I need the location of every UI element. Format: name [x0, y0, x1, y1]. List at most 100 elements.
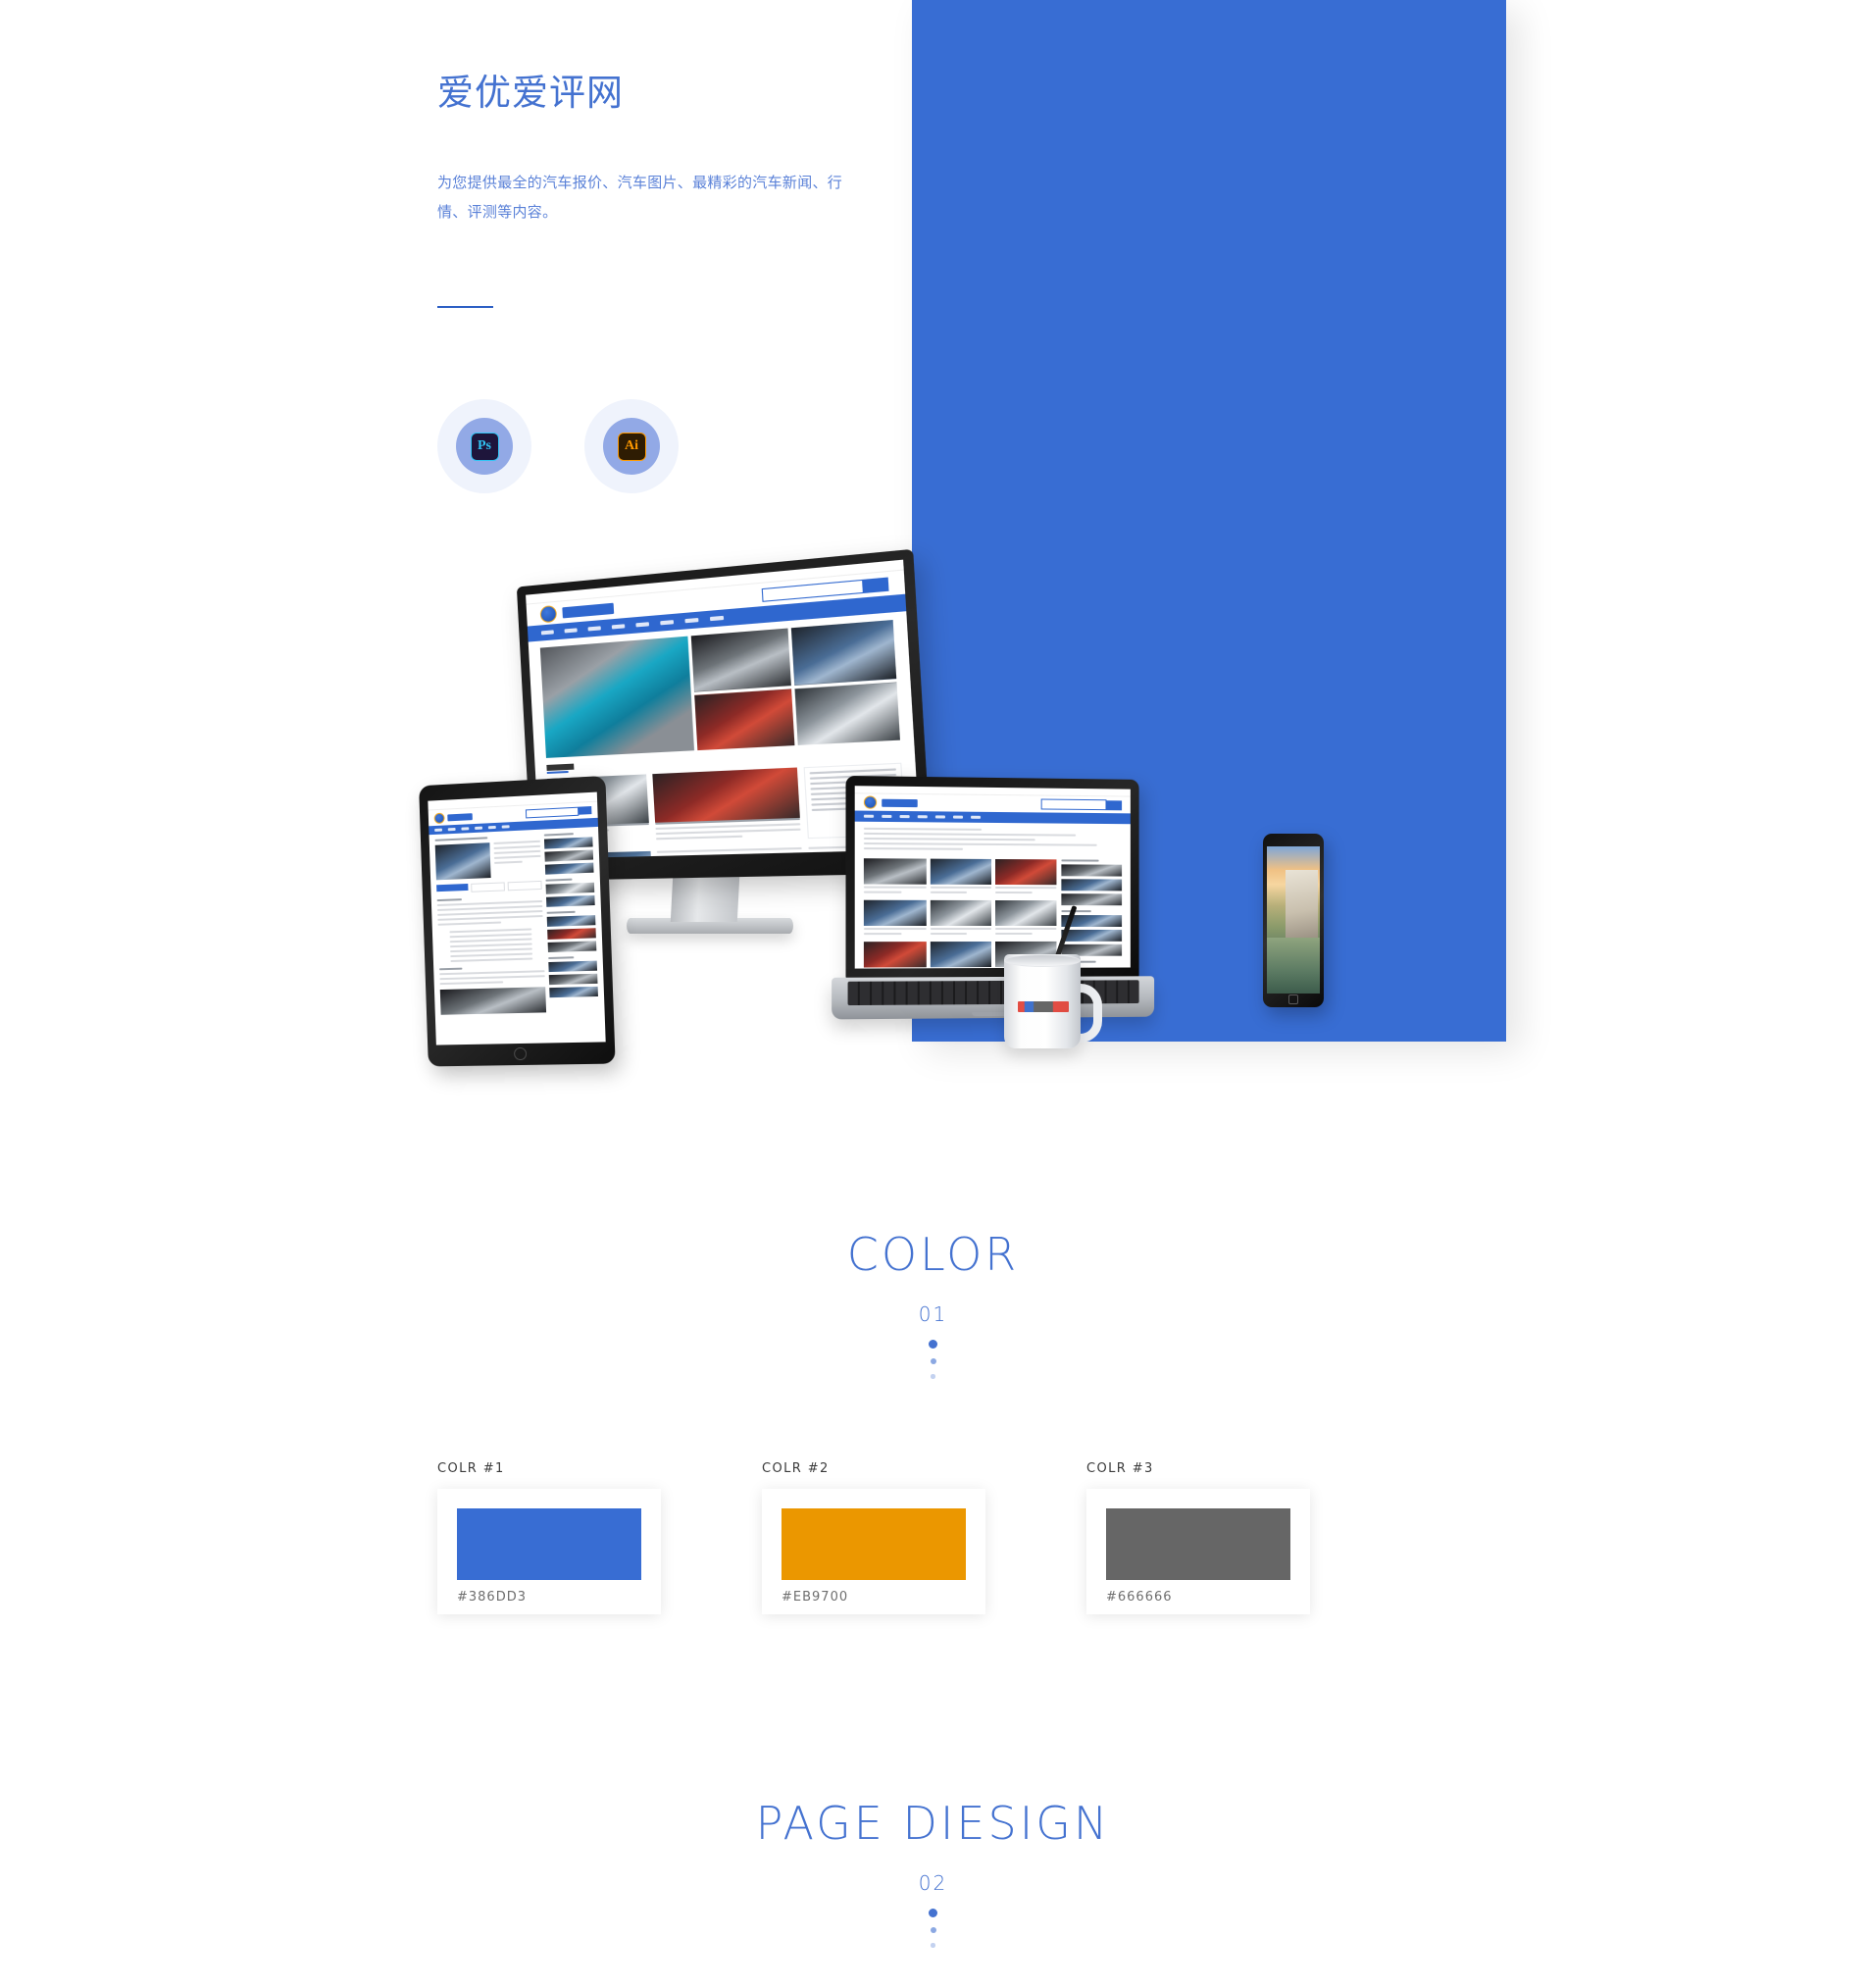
gallery-item[interactable]	[930, 858, 992, 896]
gallery-item[interactable]	[995, 858, 1057, 896]
secondary-button[interactable]	[471, 882, 506, 892]
gallery-item[interactable]	[863, 899, 927, 938]
spec-line	[493, 840, 541, 844]
filter-row[interactable]	[863, 837, 1035, 841]
gallery-item[interactable]	[995, 899, 1057, 938]
website-gallery-screen	[854, 786, 1131, 969]
table-row	[449, 933, 532, 939]
nav-item[interactable]	[917, 815, 928, 819]
filter-row[interactable]	[863, 827, 982, 831]
nav-item[interactable]	[660, 620, 675, 626]
filter-row[interactable]	[863, 847, 964, 850]
nav-item[interactable]	[475, 826, 483, 830]
sidebar-thumb[interactable]	[547, 928, 596, 940]
sidebar-thumb[interactable]	[544, 849, 594, 862]
site-logo-wordmark	[882, 798, 918, 807]
search-input[interactable]	[525, 806, 580, 818]
news-item[interactable]	[657, 846, 805, 859]
secondary-button[interactable]	[507, 880, 543, 892]
gallery-item[interactable]	[863, 858, 927, 896]
dot-large	[929, 1909, 937, 1917]
filter-row[interactable]	[863, 842, 1097, 846]
nav-item[interactable]	[611, 624, 626, 630]
nav-item[interactable]	[461, 827, 470, 831]
car-photo[interactable]	[439, 987, 547, 1015]
news-thumb[interactable]	[652, 767, 801, 823]
sidebar-thumb[interactable]	[1061, 893, 1123, 906]
sidebar-thumb[interactable]	[1061, 864, 1123, 877]
nav-item[interactable]	[899, 815, 910, 819]
sidebar-thumb[interactable]	[549, 973, 598, 986]
nav-item[interactable]	[564, 628, 578, 634]
branded-mug	[1004, 905, 1102, 1052]
car-photo[interactable]	[434, 842, 491, 881]
search-button[interactable]	[1106, 799, 1123, 810]
section-dots	[0, 1340, 1866, 1379]
nav-item[interactable]	[434, 828, 442, 832]
nav-item[interactable]	[882, 814, 892, 818]
illustrator-badge[interactable]: Ai	[584, 399, 679, 493]
swatch-card[interactable]: #666666	[1086, 1489, 1310, 1614]
nav-item[interactable]	[587, 626, 601, 632]
car-thumb[interactable]	[790, 620, 897, 686]
primary-button[interactable]	[436, 883, 469, 892]
ipad-frame	[419, 775, 616, 1067]
sidebar-thumb[interactable]	[549, 986, 598, 998]
swatch-card[interactable]: #386DD3	[437, 1489, 661, 1614]
hero-text-block: 爱优爱评网 为您提供最全的汽车报价、汽车图片、最精彩的汽车新闻、行情、评测等内容…	[437, 69, 859, 228]
detail-heading	[434, 837, 488, 841]
nav-item[interactable]	[540, 630, 554, 636]
nav-item[interactable]	[709, 615, 725, 622]
detail-button-row[interactable]	[436, 880, 543, 893]
sidebar-thumb[interactable]	[547, 915, 596, 927]
featured-car-image[interactable]	[539, 636, 694, 758]
site-search-group[interactable]	[525, 805, 592, 818]
car-thumb[interactable]	[690, 628, 791, 692]
site-search-group[interactable]	[1040, 798, 1123, 811]
ipad-mockup	[419, 775, 616, 1067]
nav-item[interactable]	[952, 815, 964, 819]
sidebar-thumb[interactable]	[548, 941, 597, 952]
gallery-item[interactable]	[863, 942, 927, 968]
gallery-item[interactable]	[930, 942, 992, 968]
sidebar-thumb[interactable]	[1061, 929, 1123, 942]
ipad-viewport	[428, 791, 606, 1045]
color-swatch-3: COLR #3 #666666	[1086, 1461, 1310, 1614]
dot-medium	[930, 1927, 936, 1933]
nav-item[interactable]	[863, 814, 875, 818]
website-detail-screen	[428, 791, 606, 1045]
detail-text-line	[439, 981, 503, 986]
dot-medium	[930, 1358, 936, 1364]
car-thumb[interactable]	[693, 688, 795, 751]
nav-item[interactable]	[635, 622, 650, 628]
sidebar-thumb[interactable]	[545, 862, 594, 875]
swatch-card[interactable]: #EB9700	[762, 1489, 985, 1614]
search-button[interactable]	[579, 806, 592, 815]
sidebar-thumb[interactable]	[544, 837, 593, 849]
illustrator-icon: Ai	[617, 432, 646, 461]
sidebar-heading-line	[548, 956, 574, 960]
search-input[interactable]	[1040, 798, 1107, 811]
news-item[interactable]	[652, 767, 802, 842]
photoshop-badge[interactable]: Ps	[437, 399, 531, 493]
nav-item[interactable]	[684, 617, 699, 624]
search-button[interactable]	[863, 576, 889, 593]
car-thumb[interactable]	[794, 681, 900, 745]
badge-inner-ring: Ai	[603, 418, 660, 475]
sidebar-thumb[interactable]	[1061, 879, 1123, 892]
filter-row[interactable]	[863, 832, 1077, 837]
gallery-item[interactable]	[930, 899, 992, 938]
nav-item[interactable]	[447, 828, 456, 832]
nav-item[interactable]	[487, 826, 496, 830]
nav-item[interactable]	[934, 815, 945, 819]
site-logo-icon	[539, 604, 558, 623]
sidebar-thumb[interactable]	[546, 894, 595, 907]
sidebar-thumb[interactable]	[545, 882, 595, 894]
filter-panel[interactable]	[855, 822, 1131, 860]
sidebar-thumb[interactable]	[548, 960, 598, 973]
nav-item[interactable]	[501, 825, 510, 829]
badge-inner-ring: Ps	[456, 418, 513, 475]
mug-rim	[1004, 954, 1081, 967]
nav-item[interactable]	[971, 815, 982, 819]
brand-description: 为您提供最全的汽车报价、汽车图片、最精彩的汽车新闻、行情、评测等内容。	[437, 175, 843, 221]
